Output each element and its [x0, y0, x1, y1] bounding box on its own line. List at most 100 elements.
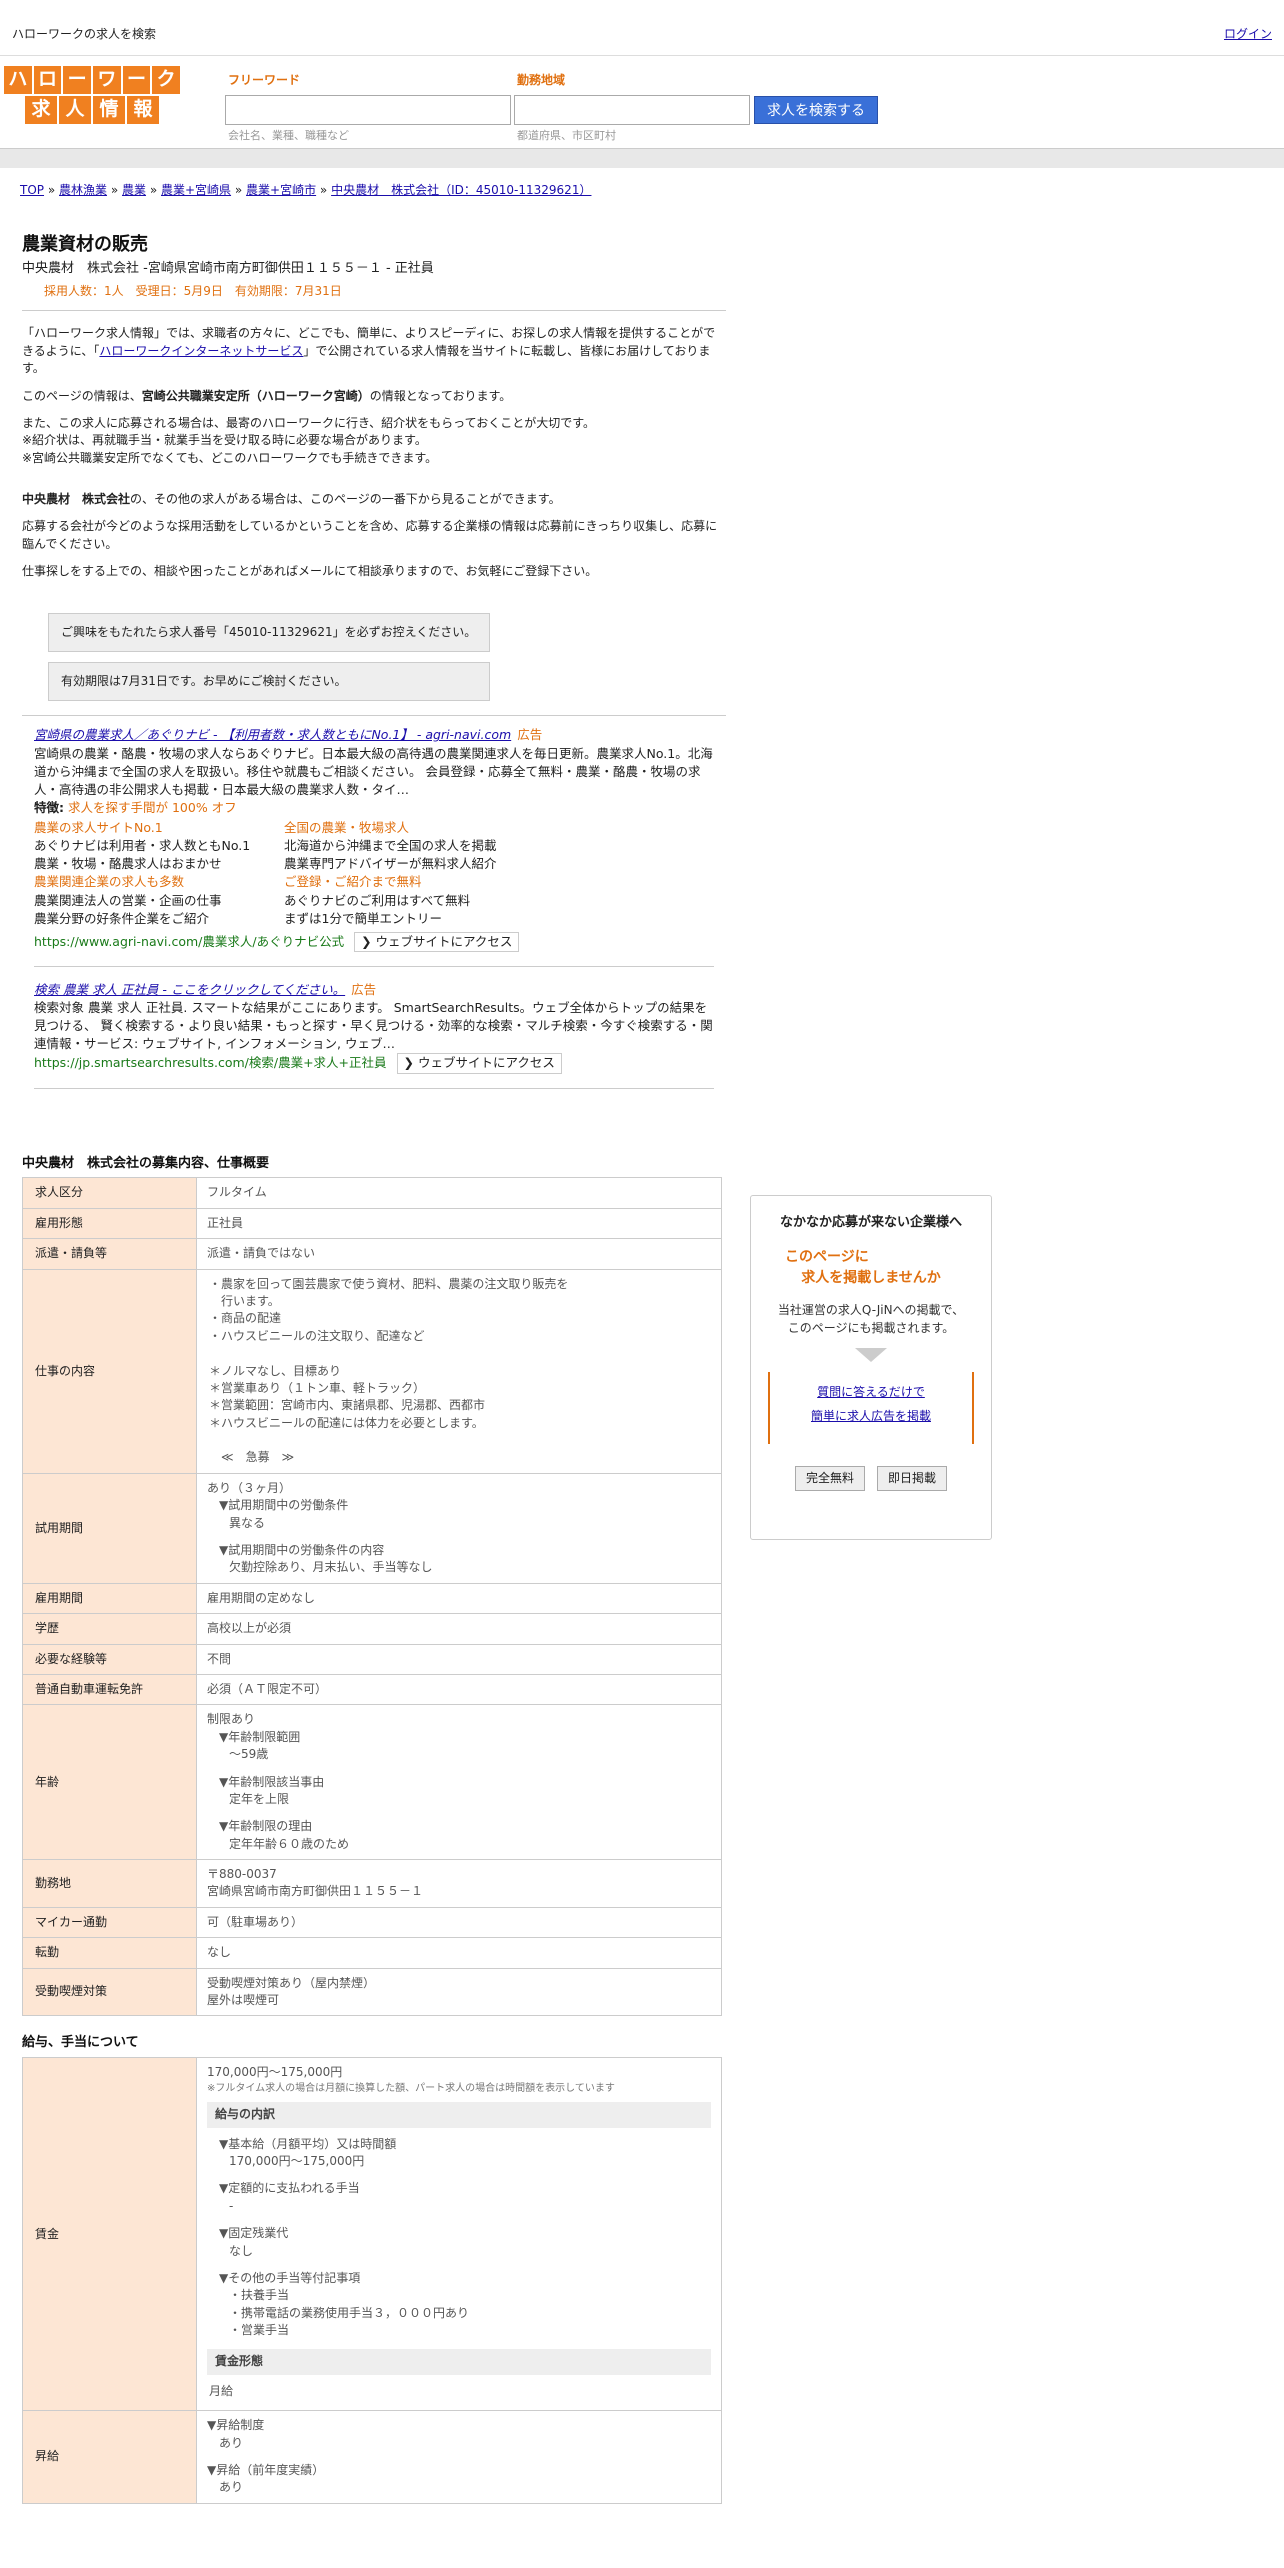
sitelink-title[interactable]: 全国の農業・牧場求人	[284, 819, 534, 837]
table-row: 派遣・請負等 派遣・請負ではない	[22, 1238, 722, 1270]
sub-value: あり	[219, 2480, 244, 2495]
sidebar-link-box: 質問に答えるだけで 簡単に求人広告を掲載	[768, 1372, 974, 1445]
divider	[34, 1087, 714, 1089]
table-row: 雇用期間 雇用期間の定めなし	[22, 1582, 722, 1615]
ad-url[interactable]: https://jp.smartsearchresults.com/検索/農業+…	[34, 1055, 387, 1070]
ad-headline-link[interactable]: 宮崎県の農業求人／あぐりナビ - 【利用者数・求人数ともにNo.1】 - agr…	[34, 727, 511, 742]
breadcrumb-top[interactable]: TOP	[20, 183, 44, 197]
keyword-placeholder: 会社名、業種、職種など	[228, 129, 349, 142]
row-label: 昇給	[22, 2410, 197, 2504]
breadcrumb-company[interactable]: 中央農材 株式会社（ID：45010-11329621）	[331, 183, 591, 197]
job-number-notice: ご興味をもたれたら求人番号「45010-11329621」を必ずお控えください。	[48, 612, 490, 653]
same-day-button[interactable]: 即日掲載	[877, 1466, 948, 1492]
referral-note-2: ※紹介状は、再就職手当・就業手当を受け取る時に必要な場合があります。	[22, 433, 427, 448]
logo-char: ハ	[3, 66, 32, 94]
search-button[interactable]: 求人を検索する	[754, 96, 878, 124]
row-label: 求人区分	[22, 1177, 197, 1209]
table-row: 勤務地 〒880-0037 宮崎県宮崎市南方町御供田１１５５－１	[22, 1859, 722, 1908]
sitelink-desc: 農業専門アドバイザーが無料求人紹介	[284, 856, 497, 872]
keyword-label: フリーワード	[228, 73, 301, 87]
sitelink-title[interactable]: ご登録・ご紹介まで無料	[284, 873, 534, 891]
keyword-input[interactable]	[225, 95, 511, 125]
work-line: 行います。	[209, 1293, 280, 1308]
salary-range: 170,000円〜175,000円	[207, 2065, 343, 2080]
sidebar-link-questions[interactable]: 質問に答えるだけで	[817, 1385, 925, 1399]
ad-url[interactable]: https://www.agri-navi.com/農業求人/あぐりナビ公式	[34, 934, 344, 949]
row-value: 不問	[196, 1643, 722, 1675]
ad-headline-link[interactable]: 検索 農業 求人 正社員 - ここをクリックしてください。	[34, 982, 345, 997]
sub-label: ▼試用期間中の労働条件	[219, 1498, 349, 1513]
sitelink[interactable]: 農業関連企業の求人も多数 農業関連法人の営業・企画の仕事 農業分野の好条件企業をご紹…	[34, 873, 284, 927]
job-meta: 採用人数：1人 受理日：5月9日 有効期限：7月31日	[44, 283, 342, 298]
value-line: 派遣・請負ではない	[207, 1246, 316, 1261]
main-content: 農業資材の販売 中央農材 株式会社 -宮崎県宮崎市南方町御供田１１５５－１ - …	[22, 232, 726, 2504]
sitelink-desc: 北海道から沖縄まで全国の求人を掲載	[284, 838, 497, 854]
breadcrumb-sep: »	[316, 183, 332, 197]
value-line: 必須（ＡＴ限定不可）	[207, 1681, 328, 1696]
sitelink-title[interactable]: 農業関連企業の求人も多数	[34, 873, 284, 891]
sitelink[interactable]: ご登録・ご紹介まで無料 あぐりナビのご利用はすべて無料 まずは1分で簡単エントリー	[284, 873, 534, 927]
sitelink-title[interactable]: 農業の求人サイトNo.1	[34, 819, 284, 837]
job-details-table: 求人区分 フルタイム 雇用形態 正社員 派遣・請負等 派遣・請負ではない 仕事の内容 ・農…	[22, 1177, 722, 2017]
raise-content: ▼昇給制度 あり ▼昇給（前年度実績） あり	[196, 2410, 722, 2504]
company-name-bold: 中央農材 株式会社	[22, 492, 131, 507]
visit-site-label: ウェブサイトにアクセス	[417, 1055, 555, 1071]
work-line: ・ハウスビニールの注文取り、配達など	[209, 1328, 425, 1343]
work-line: ・農家を回って園芸農家で使う資材、肥料、農薬の注文取り販売を	[209, 1276, 569, 1291]
ad-agri-navi: 宮崎県の農業求人／あぐりナビ - 【利用者数・求人数ともにNo.1】 - agr…	[34, 726, 714, 1089]
sub-label: ▼基本給（月額平均）又は時間額	[219, 2136, 397, 2151]
value-line: なし	[207, 1945, 232, 1960]
address: 宮崎県宮崎市南方町御供田１１５５－１	[207, 1884, 424, 1899]
source-text: このページの情報は、	[22, 388, 142, 403]
hellowork-logo[interactable]: ハローワーク 求人情報	[3, 66, 181, 126]
visit-site-button[interactable]: ❯ ウェブサイトにアクセス	[354, 931, 520, 952]
ad-label: 広告	[351, 981, 377, 997]
row-label: 雇用期間	[22, 1582, 197, 1615]
sidebar-link-post-ad[interactable]: 簡単に求人広告を掲載	[811, 1409, 931, 1423]
logo-char: ワ	[93, 66, 121, 94]
sub-value: 定年を上限	[229, 1791, 290, 1806]
breadcrumb-agriculture[interactable]: 農業	[122, 183, 146, 197]
logo-row-2: 求人情報	[4, 96, 180, 124]
area-placeholder: 都道府県、市区町村	[517, 129, 616, 142]
sub-value: 定年年齢６０歳のため	[229, 1836, 350, 1851]
sitelink[interactable]: 農業の求人サイトNo.1 あぐりナビは利用者・求人数ともNo.1 農業・牧場・酪農求…	[34, 819, 284, 873]
row-value: 正社員	[196, 1207, 722, 1240]
logo-char: ク	[152, 66, 181, 94]
row-label: 受動喫煙対策	[22, 1967, 197, 2017]
free-button[interactable]: 完全無料	[794, 1466, 865, 1492]
visit-site-button[interactable]: ❯ ウェブサイトにアクセス	[396, 1053, 562, 1074]
value-line: 受動喫煙対策あり（屋内禁煙）	[207, 1975, 376, 1990]
breadcrumb-forestry[interactable]: 農林漁業	[59, 183, 107, 197]
work-line: ＊ハウスビニールの配達には体力を必要とします。	[209, 1415, 484, 1430]
arrow-down-icon	[855, 1348, 887, 1363]
salary-note: ※フルタイム求人の場合は月額に換算した額、パート求人の場合は時間額を表示していま…	[207, 2082, 615, 2094]
breadcrumb-sep: »	[146, 183, 161, 197]
site-header-title: ハローワークの求人を検索	[12, 27, 157, 41]
login-link[interactable]: ログイン	[1224, 26, 1272, 43]
breadcrumb-agri-miyazaki-city[interactable]: 農業+宮崎市	[246, 183, 316, 197]
row-label: 試用期間	[22, 1472, 197, 1584]
other-jobs-text: の、その他の求人がある場合は、このページの一番下から見ることができます。	[130, 492, 561, 507]
breadcrumb-agri-miyazaki[interactable]: 農業+宮崎県	[161, 183, 231, 197]
hellowork-internet-link[interactable]: ハローワークインターネットサービス	[99, 344, 303, 358]
value-line: 正社員	[207, 1215, 244, 1230]
referral-note: また、この求人に応募される場合は、最寄のハローワークに行き、紹介状をもらっておく…	[22, 415, 596, 430]
breadcrumb-sep: »	[107, 183, 122, 197]
sub-label: ▼年齢制限範囲	[219, 1729, 301, 1744]
sidebar-buttons: 完全無料 即日掲載	[751, 1466, 991, 1492]
other-jobs-paragraph: 中央農材 株式会社の、その他の求人がある場合は、このページの一番下から見ることが…	[22, 491, 726, 508]
sitelink-desc: まずは1分で簡単エントリー	[284, 910, 442, 926]
sub-label: ▼年齢制限の理由	[219, 1819, 313, 1834]
breadcrumb-sep: »	[231, 183, 247, 197]
logo-char: 求	[25, 96, 57, 124]
source-text: の情報となっております。	[369, 388, 512, 403]
value-line: 高校以上が必須	[207, 1621, 292, 1636]
area-input[interactable]	[514, 95, 750, 125]
sidebar-title: なかなか応募が来ない企業様へ	[779, 1215, 962, 1230]
sub-value: ・営業手当	[229, 2323, 290, 2338]
row-value: 雇用期間の定めなし	[196, 1582, 722, 1615]
sitelink[interactable]: 全国の農業・牧場求人 北海道から沖縄まで全国の求人を掲載 農業専門アドバイザーが無料…	[284, 819, 534, 873]
table-row: 賃金 170,000円〜175,000円 ※フルタイム求人の場合は月額に換算した…	[22, 2057, 722, 2412]
sidebar-text: 当社運営の求人Q-JiNへの掲載で、 このページにも掲載されます。	[751, 1301, 991, 1338]
